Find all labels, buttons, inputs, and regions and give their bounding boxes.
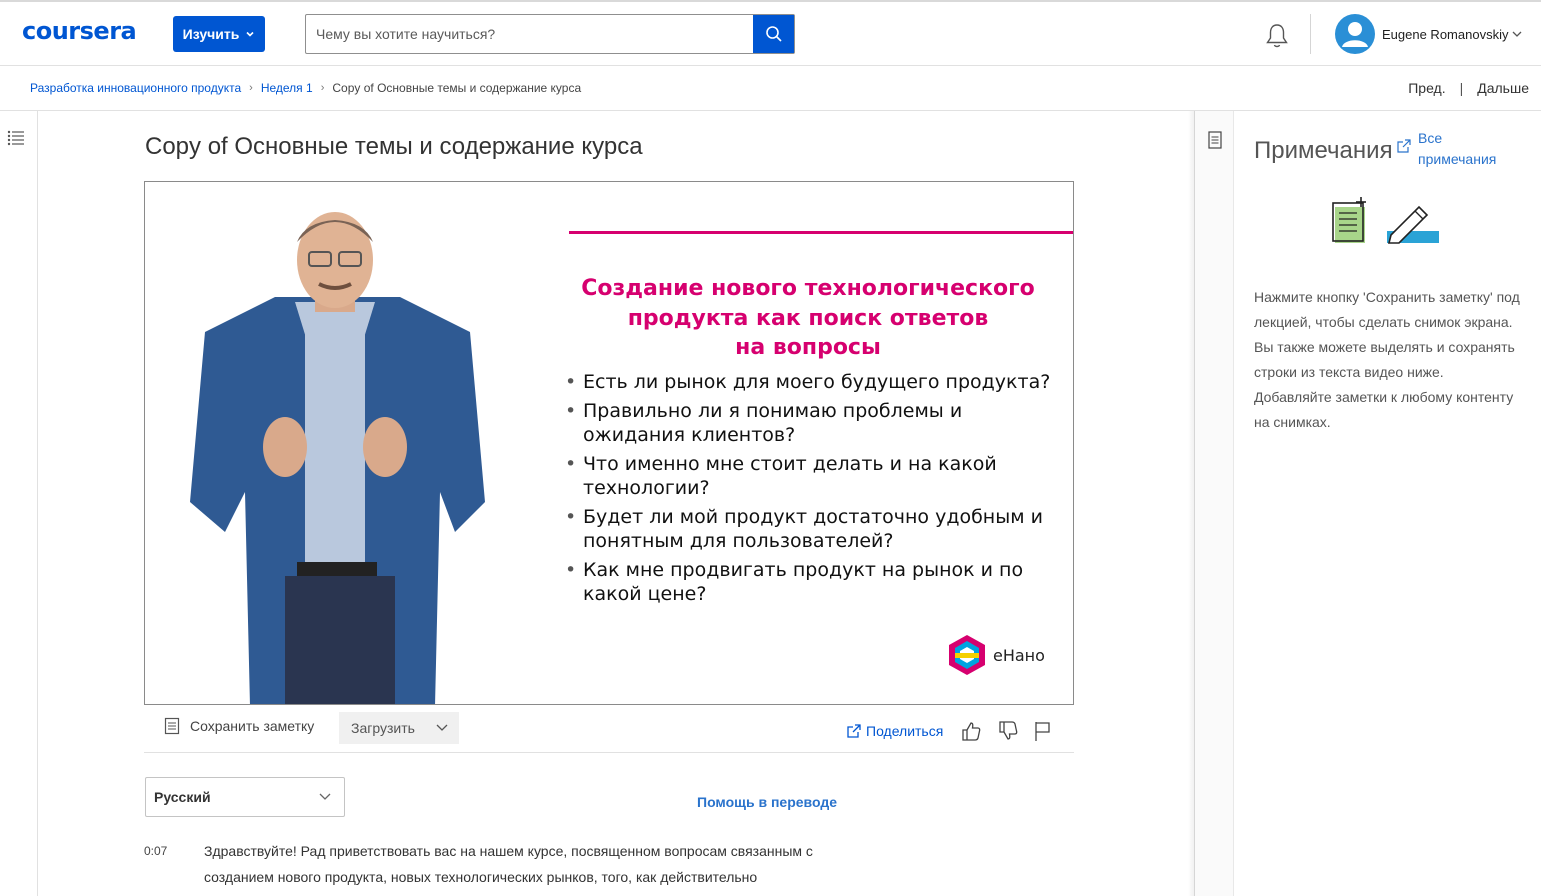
slide-bullet: Что именно мне стоит делать и на какой т… [565,452,1055,500]
page-title: Copy of Основные темы и содержание курса [145,133,643,160]
presenter-image [190,212,485,704]
slide-accent-line [569,231,1073,234]
video-toolbar: Сохранить заметку Загрузить Поделиться [144,710,1074,753]
notes-rail [1194,111,1234,896]
chevron-down-icon[interactable] [1511,28,1523,40]
language-label: Русский [154,789,211,805]
slide-bullet: Будет ли мой продукт достаточно удобным … [565,505,1055,553]
language-select[interactable]: Русский [145,777,345,817]
avatar[interactable] [1335,14,1375,54]
video-player[interactable]: Создание нового технологического продукт… [144,181,1074,705]
save-note-label: Сохранить заметку [190,718,315,734]
coursera-logo[interactable]: coursera [22,17,137,45]
enano-logo: еНано [947,633,1045,677]
notes-title: Примечания [1254,137,1393,164]
enano-logo-icon [949,635,985,675]
enano-brand: еНано [993,645,1045,665]
notes-icon[interactable] [1208,131,1222,149]
header-divider [1310,14,1311,54]
chevron-down-icon [246,31,254,37]
slide-bullet: Как мне продвигать продукт на рынок и по… [565,558,1055,606]
transcript-timestamp[interactable]: 0:07 [144,844,167,858]
transcript-text[interactable]: Здравствуйте! Рад приветствовать вас на … [204,838,864,890]
share-label: Поделиться [866,723,944,739]
download-label: Загрузить [351,720,415,736]
share-icon [847,724,861,738]
avatar-icon [1342,22,1368,47]
prev-next-nav: Пред. | Дальше [1408,80,1529,96]
slide-bullet: Есть ли рынок для моего будущего продукт… [565,370,1055,394]
download-dropdown[interactable]: Загрузить [339,712,459,744]
search-bar [305,14,795,54]
bell-icon[interactable] [1264,22,1290,50]
chevron-right-icon: › [320,82,325,94]
breadcrumb-course[interactable]: Разработка инновационного продукта [30,81,241,95]
breadcrumb-current: Copy of Основные темы и содержание курса [332,81,582,95]
left-rail [0,111,38,896]
search-button[interactable] [753,15,794,53]
chevron-down-icon [436,724,448,731]
top-header: coursera Изучить Eugene Romanovskiy [0,0,1541,66]
breadcrumb-bar: Разработка инновационного продукта › Нед… [0,66,1541,111]
explore-button[interactable]: Изучить [173,16,265,52]
slide-bullets: Есть ли рынок для моего будущего продукт… [565,370,1055,611]
nav-separator: | [1459,80,1464,96]
table-of-contents-icon[interactable] [7,130,25,146]
breadcrumb: Разработка инновационного продукта › Нед… [30,81,581,95]
thumbs-up-icon[interactable] [960,720,982,742]
search-input[interactable] [306,15,753,53]
slide-heading: Создание нового технологического продукт… [569,274,1047,363]
external-link-icon[interactable] [1397,139,1411,153]
chevron-right-icon: › [249,82,253,94]
share-link[interactable]: Поделиться [847,723,943,739]
chevron-down-icon [319,793,331,800]
flag-icon[interactable] [1032,720,1054,742]
prev-link[interactable]: Пред. [1408,80,1445,96]
notes-help-text: Нажмите кнопку 'Сохранить заметку' под л… [1254,289,1520,430]
slide-heading-line: Создание нового технологического [581,276,1035,301]
notes-illustration [1332,197,1439,244]
top-border [0,0,1541,2]
thumbs-down-icon[interactable] [997,720,1019,742]
next-link[interactable]: Дальше [1477,80,1529,96]
note-icon [164,717,180,735]
slide-bullet: Правильно ли я понимаю проблемы и ожидан… [565,399,1055,447]
slide-heading-line: продукта как поиск ответов [627,305,989,331]
user-name[interactable]: Eugene Romanovskiy [1382,27,1508,42]
notes-panel: Примечания Все примечания Нажмите кнопку… [1234,111,1541,896]
explore-label: Изучить [182,26,240,42]
help-translate-link[interactable]: Помощь в переводе [697,794,837,810]
all-notes-link[interactable]: Все примечания [1418,128,1518,170]
save-note-button[interactable]: Сохранить заметку [164,717,314,735]
slide-heading-line: на вопросы [735,335,881,360]
breadcrumb-week[interactable]: Неделя 1 [261,81,313,95]
search-icon [765,26,782,42]
